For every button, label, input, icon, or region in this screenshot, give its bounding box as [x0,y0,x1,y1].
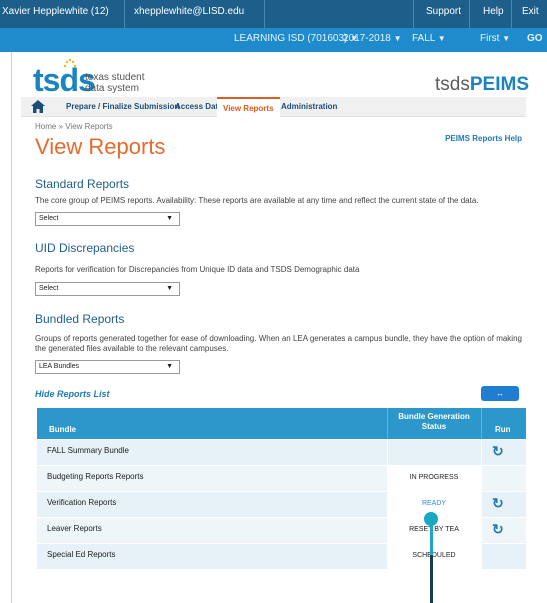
bundle-name: Verification Reports [47,498,117,507]
page-title: View Reports [35,134,166,159]
column-divider [387,440,388,465]
user-email: xhepplewhite@LISD.edu [134,6,245,17]
column-divider [481,466,482,491]
chevron-down-icon: ▼ [166,215,173,222]
bundle-status: RESET BY TEA [409,526,459,533]
submission-label: First [480,33,500,44]
logo-tagline-line2: data system [85,83,139,94]
divider [264,0,265,28]
tab-view-reports[interactable]: View Reports [217,97,280,117]
bundle-name: Special Ed Reports [47,550,116,559]
divider [511,0,512,28]
bundle-name: Leaver Reports [47,524,102,533]
page-frame [11,52,12,603]
run-column-header: Run [495,425,511,434]
district-selector[interactable]: LEARNING ISD (701603) ▼ [234,33,358,44]
bundle-name: FALL Summary Bundle [47,446,129,455]
run-refresh-icon[interactable]: ↻ [492,495,504,512]
uid-select-value: Select [39,285,59,292]
logo-tagline-line1: texas student [85,72,145,83]
tab-prepare-finalize[interactable]: Prepare / Finalize Submission [66,102,179,111]
exit-link[interactable]: Exit [522,6,539,17]
table-header: Bundle Bundle Generation Status Run [37,408,526,439]
divider [413,0,414,28]
chevron-down-icon: ▼ [393,34,402,43]
standard-reports-description: The core group of PEIMS reports. Availab… [35,196,479,205]
column-divider [481,440,482,465]
bundle-status-ready-link[interactable]: READY [388,500,480,507]
bundled-reports-select[interactable]: LEA Bundles ▼ [35,360,180,374]
chevron-down-icon: ▼ [166,363,173,370]
logo-sparkle-icon [63,58,77,68]
uid-discrepancies-select[interactable]: Select ▼ [35,282,180,296]
standard-reports-select[interactable]: Select ▼ [35,212,180,226]
column-divider [481,492,482,517]
status-cell [387,440,481,465]
term-selector[interactable]: FALL ▼ [412,33,446,44]
bundles-table: Bundle Bundle Generation Status Run FALL… [37,408,526,569]
tab-access-data[interactable]: Access Data [175,102,223,111]
divider [469,0,470,28]
peims-logo-prefix: tsds [435,74,470,95]
bundled-reports-description: Groups of reports generated together for… [35,334,522,353]
submission-selector[interactable]: First ▼ [480,33,510,44]
reports-help-link[interactable]: PEIMS Reports Help [445,134,522,143]
table-row: Budgeting Reports Reports IN PROGRESS [37,465,526,491]
support-link[interactable]: Support [426,6,461,17]
bundle-name: Budgeting Reports Reports [47,472,144,481]
term-label: FALL [412,33,435,44]
column-divider [481,408,482,439]
uid-discrepancies-description: Reports for verification for Discrepanci… [35,265,360,274]
run-refresh-icon[interactable]: ↻ [492,443,504,460]
table-row: FALL Summary Bundle ↻ [37,439,526,465]
district-label: LEARNING ISD (701603) [234,33,348,44]
bundled-reports-heading: Bundled Reports [35,312,125,326]
table-row: Special Ed Reports SCHEDULED [37,543,526,569]
table-row: Verification Reports READY ↻ [37,491,526,517]
go-button[interactable]: GO [527,33,543,44]
peims-logo-suffix: PEIMS [469,74,529,95]
year-label: 2017-2018 [343,33,391,44]
help-link[interactable]: Help [483,6,504,17]
run-refresh-icon[interactable]: ↻ [492,521,504,538]
main-nav: Prepare / Finalize Submission Access Dat… [21,97,526,117]
annotation-pointer-line [430,555,433,603]
uid-discrepancies-heading: UID Discrepancies [35,241,135,255]
toggle-view-button[interactable]: ↔ [481,386,519,401]
chevron-down-icon: ▼ [166,285,173,292]
chevron-down-icon: ▼ [437,34,446,43]
top-bar: Xavier Hepplewhite (12) xhepplewhite@LIS… [0,0,547,28]
bundled-select-value: LEA Bundles [39,363,80,370]
standard-reports-heading: Standard Reports [35,177,130,191]
bundle-column-header: Bundle [49,425,77,434]
tsds-peims-logo: tsdsPEIMS [435,74,529,96]
table-row: Leaver Reports RESET BY TEA ↻ [37,517,526,543]
column-divider [481,518,482,543]
annotation-pointer-line [430,523,433,555]
year-selector[interactable]: 2017-2018 ▼ [343,33,402,44]
column-divider [481,544,482,569]
breadcrumb[interactable]: Home » View Reports [35,122,113,131]
bundle-status: SCHEDULED [412,552,456,559]
standard-select-value: Select [39,215,59,222]
hide-reports-list-link[interactable]: Hide Reports List [35,389,110,399]
status-column-header: Bundle Generation Status [398,412,470,431]
logo-tagline: texas student data system [85,72,144,94]
chevron-down-icon: ▼ [502,34,511,43]
tab-administration[interactable]: Administration [281,102,337,111]
context-bar: LEARNING ISD (701603) ▼ 2017-2018 ▼ FALL… [0,28,547,52]
divider [124,0,125,28]
home-icon[interactable] [31,100,45,113]
user-name: Xavier Hepplewhite (12) [2,6,109,17]
bundle-status: IN PROGRESS [409,474,459,481]
annotation-pointer-dot [424,512,438,526]
